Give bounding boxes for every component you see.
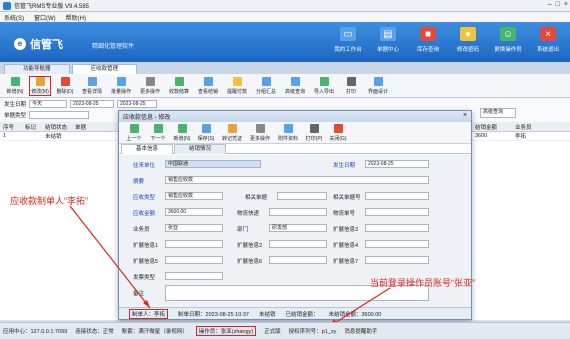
status-bar: 应用中心：127.0.0.1:7099 连接状态：正常 账套：满汗微星（录视网）… <box>0 322 570 339</box>
license-status: 授权序列号：p1_zy <box>288 329 337 335</box>
server-status: 应用中心：127.0.0.1:7099 <box>3 329 68 335</box>
message-helper[interactable]: 消息提醒助手 <box>344 327 377 335</box>
arrow-to-operator <box>329 287 391 327</box>
account-status: 账套：满汗微星（录视网） <box>121 329 188 335</box>
annotation-arrows <box>69 205 391 327</box>
operator-status: 操作员：张亚(zhangy) <box>195 326 257 336</box>
arrow-to-maker <box>69 205 151 309</box>
edition-status: 正式版 <box>264 329 281 335</box>
connection-status: 连接状态：正常 <box>75 329 114 335</box>
